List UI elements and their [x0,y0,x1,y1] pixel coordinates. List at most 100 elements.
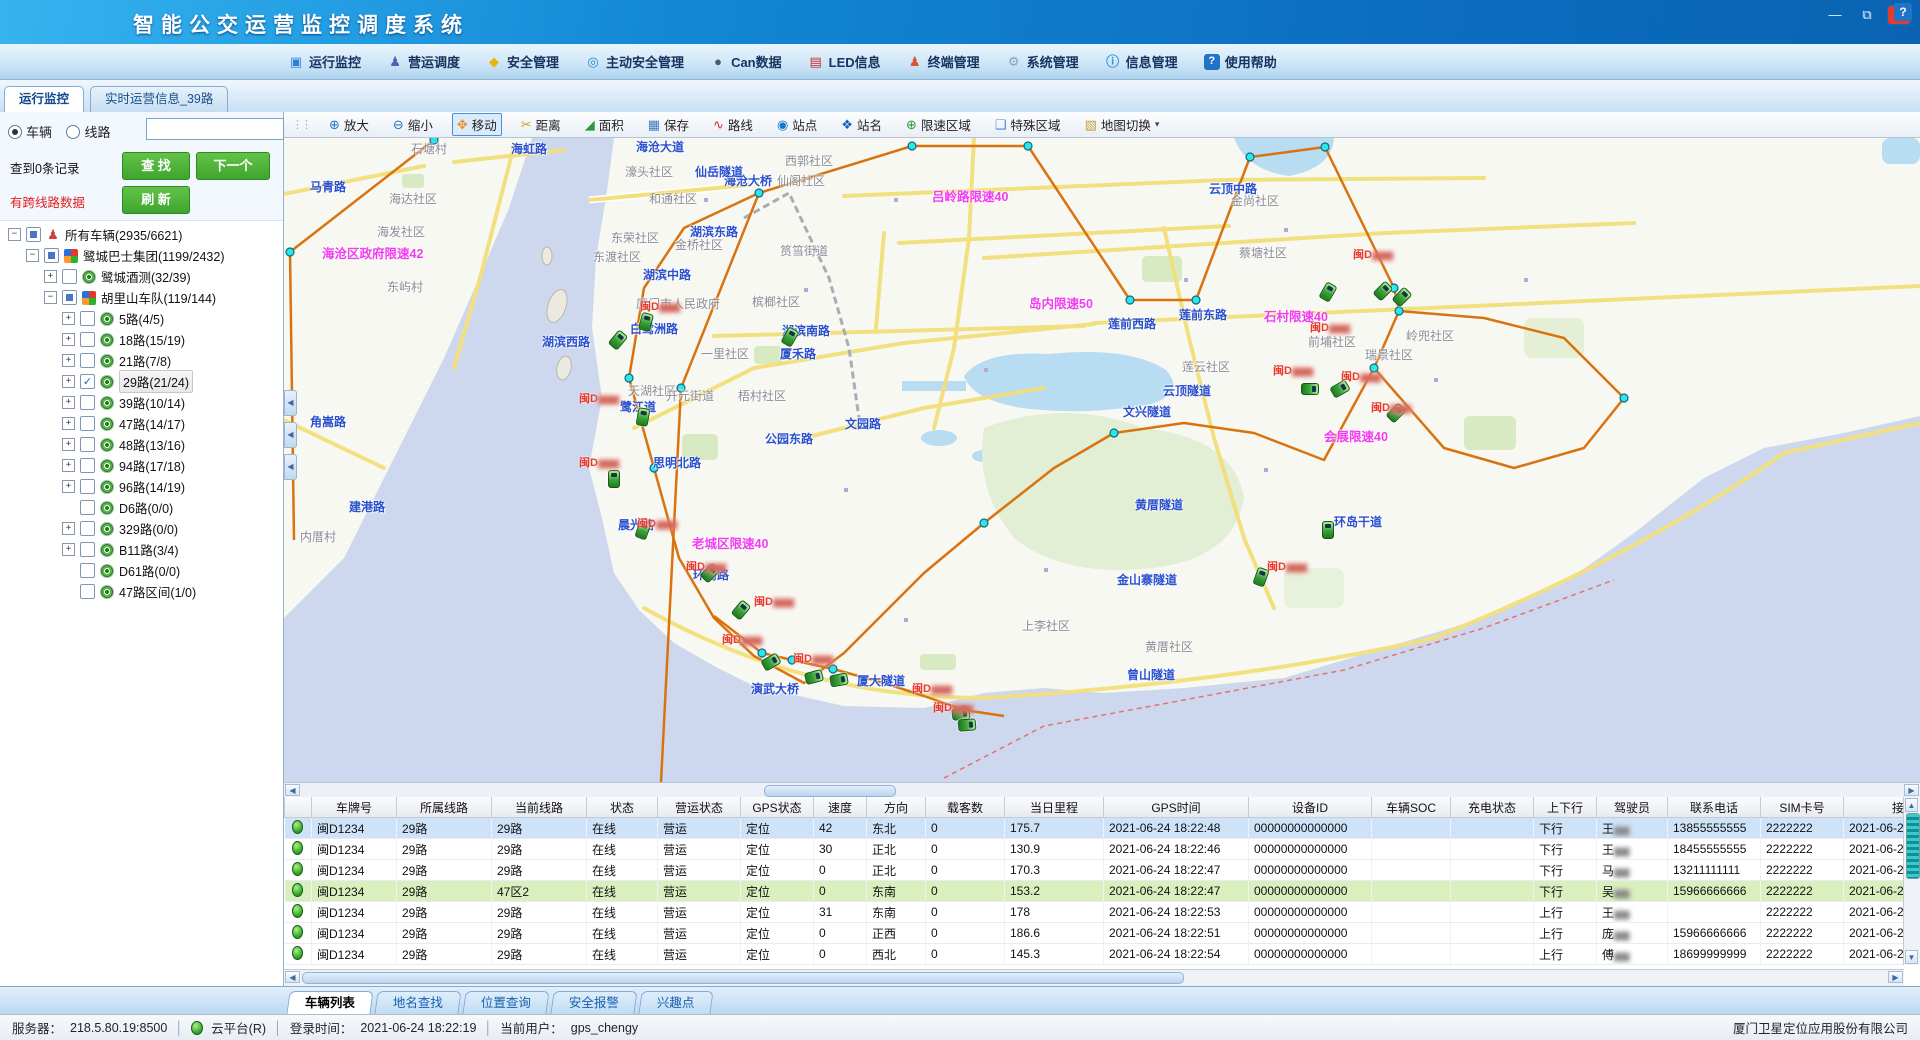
scroll-right-icon[interactable]: ▶ [1904,784,1919,796]
tool-station-name[interactable]: ❖站名 [836,113,887,136]
search-input[interactable] [146,118,284,140]
menu-item-safety-mgmt[interactable]: ◆安全管理 [486,52,559,71]
tool-route[interactable]: ∿路线 [708,113,758,136]
tree-checkbox[interactable] [80,563,95,578]
column-header-联系电话[interactable]: 联系电话 [1668,797,1761,818]
tree-checkbox[interactable] [26,227,41,242]
tree-checkbox[interactable] [80,353,95,368]
menu-item-terminal-mgmt[interactable]: ♟终端管理 [907,52,980,71]
column-header-充电状态[interactable]: 充电状态 [1451,797,1534,818]
column-header-当日里程[interactable]: 当日里程 [1005,797,1104,818]
bus-marker-icon[interactable] [1301,383,1319,395]
tool-save[interactable]: ▦保存 [643,113,694,136]
tree-checkbox[interactable] [80,521,95,536]
expand-icon[interactable]: + [62,480,75,493]
tree-item-47路-14-17-[interactable]: +47路(14/17) [0,413,283,434]
tree-item-29路-21-24-[interactable]: +29路(21/24) [0,371,283,392]
tree-checkbox[interactable] [80,584,95,599]
expand-icon[interactable]: + [62,333,75,346]
table-horizontal-scrollbar[interactable]: ◀ ▶ [284,969,1904,986]
map-splitter-arrow[interactable]: ◀ [284,454,297,480]
table-row[interactable]: 闽D123429路29路在线营运定位0正西0186.62021-06-24 18… [285,923,1920,944]
column-header-车牌号[interactable]: 车牌号 [312,797,397,818]
collapse-icon[interactable]: − [44,291,57,304]
expand-icon[interactable]: + [62,522,75,535]
bottom-tab-兴趣点[interactable]: 兴趣点 [638,991,713,1014]
scroll-down-icon[interactable]: ▼ [1905,950,1918,964]
expand-icon[interactable]: + [62,396,75,409]
next-button[interactable]: 下一个 [196,152,270,180]
map-canvas[interactable]: 海虹路海沧大道海沧大桥仙岳隧道湖滨东路湖滨中路湖滨西路白鹭洲路湖滨南路厦禾路马青… [284,138,1920,782]
bottom-tab-地名查找[interactable]: 地名查找 [374,991,461,1014]
column-header-状态[interactable]: 状态 [587,797,658,818]
column-header-速度[interactable]: 速度 [814,797,867,818]
tree-item-B11路-3-4-[interactable]: +B11路(3/4) [0,539,283,560]
table-row[interactable]: 闽D123429路29路在线营运定位30正北0130.92021-06-24 1… [285,839,1920,860]
menu-item-active-safety-mgmt[interactable]: ◎主动安全管理 [585,52,684,71]
tree-item-鹭城巴士集团-1199-2432-[interactable]: −鹭城巴士集团(1199/2432) [0,245,283,266]
column-header-icon[interactable] [285,797,312,818]
table-vertical-scrollbar[interactable]: ▲ ▼ [1903,797,1920,965]
tree-checkbox[interactable] [80,311,95,326]
column-header-设备ID[interactable]: 设备ID [1249,797,1372,818]
tool-area[interactable]: ◢面积 [580,113,629,136]
column-header-车辆SOC[interactable]: 车辆SOC [1372,797,1451,818]
bus-marker-icon[interactable] [1322,521,1334,539]
expand-icon[interactable]: + [62,354,75,367]
tree-item-所有车辆-2935-6621-[interactable]: −♟所有车辆(2935/6621) [0,224,283,245]
scroll-right-icon[interactable]: ▶ [1888,971,1903,983]
column-header-GPS状态[interactable]: GPS状态 [741,797,814,818]
tree-item-5路-4-5-[interactable]: +5路(4/5) [0,308,283,329]
column-header-营运状态[interactable]: 营运状态 [658,797,741,818]
refresh-button[interactable]: 刷 新 [122,186,190,214]
tool-map-switch[interactable]: ▧地图切换▾ [1080,113,1165,136]
tool-zoom-out[interactable]: ⊖缩小 [388,113,438,136]
vehicle-radio[interactable]: 车辆 [8,125,52,140]
restore-button[interactable]: ⧉ [1856,6,1878,24]
tree-checkbox[interactable] [80,542,95,557]
tree-checkbox[interactable] [80,500,95,515]
tree-item-47路区间-1-0-[interactable]: 47路区间(1/0) [0,581,283,602]
column-header-载客数[interactable]: 载客数 [926,797,1005,818]
table-row[interactable]: 闽D123429路29路在线营运定位42东北0175.72021-06-24 1… [285,818,1920,839]
table-vscroll-thumb[interactable] [1906,813,1920,879]
panel-tab-realtime-info[interactable]: 实时运营信息_39路 [90,86,228,112]
tree-item-21路-7-8-[interactable]: +21路(7/8) [0,350,283,371]
menu-item-operation-dispatch[interactable]: ♟营运调度 [387,52,460,71]
scroll-up-icon[interactable]: ▲ [1905,798,1918,812]
column-header-SIM卡号[interactable]: SIM卡号 [1761,797,1844,818]
table-hscroll-thumb[interactable] [302,972,1184,984]
expand-icon[interactable]: + [62,417,75,430]
table-row[interactable]: 闽D123429路29路在线营运定位0西北0145.32021-06-24 18… [285,944,1920,965]
column-header-上下行[interactable]: 上下行 [1534,797,1597,818]
menu-item-can-data[interactable]: ●Can数据 [710,52,782,71]
map-splitter-arrow[interactable]: ◀ [284,422,297,448]
column-header-方向[interactable]: 方向 [867,797,926,818]
find-button[interactable]: 查 找 [122,152,190,180]
tree-item-D6路-0-0-[interactable]: D6路(0/0) [0,497,283,518]
tree-checkbox[interactable] [80,437,95,452]
table-row[interactable]: 闽D123429路47区2在线营运定位0东南0153.22021-06-24 1… [285,881,1920,902]
tree-item-D61路-0-0-[interactable]: D61路(0/0) [0,560,283,581]
tool-pan[interactable]: ✥移动 [452,113,502,136]
tree-checkbox[interactable] [80,416,95,431]
table-row[interactable]: 闽D123429路29路在线营运定位0正北0170.32021-06-24 18… [285,860,1920,881]
tree-item-329路-0-0-[interactable]: +329路(0/0) [0,518,283,539]
column-header-GPS时间[interactable]: GPS时间 [1104,797,1249,818]
tree-checkbox[interactable] [80,458,95,473]
column-header-当前线路[interactable]: 当前线路 [492,797,587,818]
menu-item-system-mgmt[interactable]: ⚙系统管理 [1006,52,1079,71]
tool-zoom-in[interactable]: ⊕放大 [324,113,374,136]
bottom-tab-安全报警[interactable]: 安全报警 [550,991,637,1014]
map-hscroll-thumb[interactable] [764,785,896,797]
tool-station[interactable]: ◉站点 [772,113,822,136]
scroll-left-icon[interactable]: ◀ [285,971,300,983]
tree-item-94路-17-18-[interactable]: +94路(17/18) [0,455,283,476]
bottom-tab-车辆列表[interactable]: 车辆列表 [286,991,373,1014]
menu-item-info-mgmt[interactable]: ⓘ信息管理 [1105,52,1178,71]
tree-checkbox[interactable] [80,332,95,347]
map-help-button[interactable]: ? [1894,3,1912,21]
tree-item-18路-15-19-[interactable]: +18路(15/19) [0,329,283,350]
scroll-left-icon[interactable]: ◀ [285,784,300,796]
tool-speed-zone[interactable]: ⊕限速区域 [901,113,976,136]
